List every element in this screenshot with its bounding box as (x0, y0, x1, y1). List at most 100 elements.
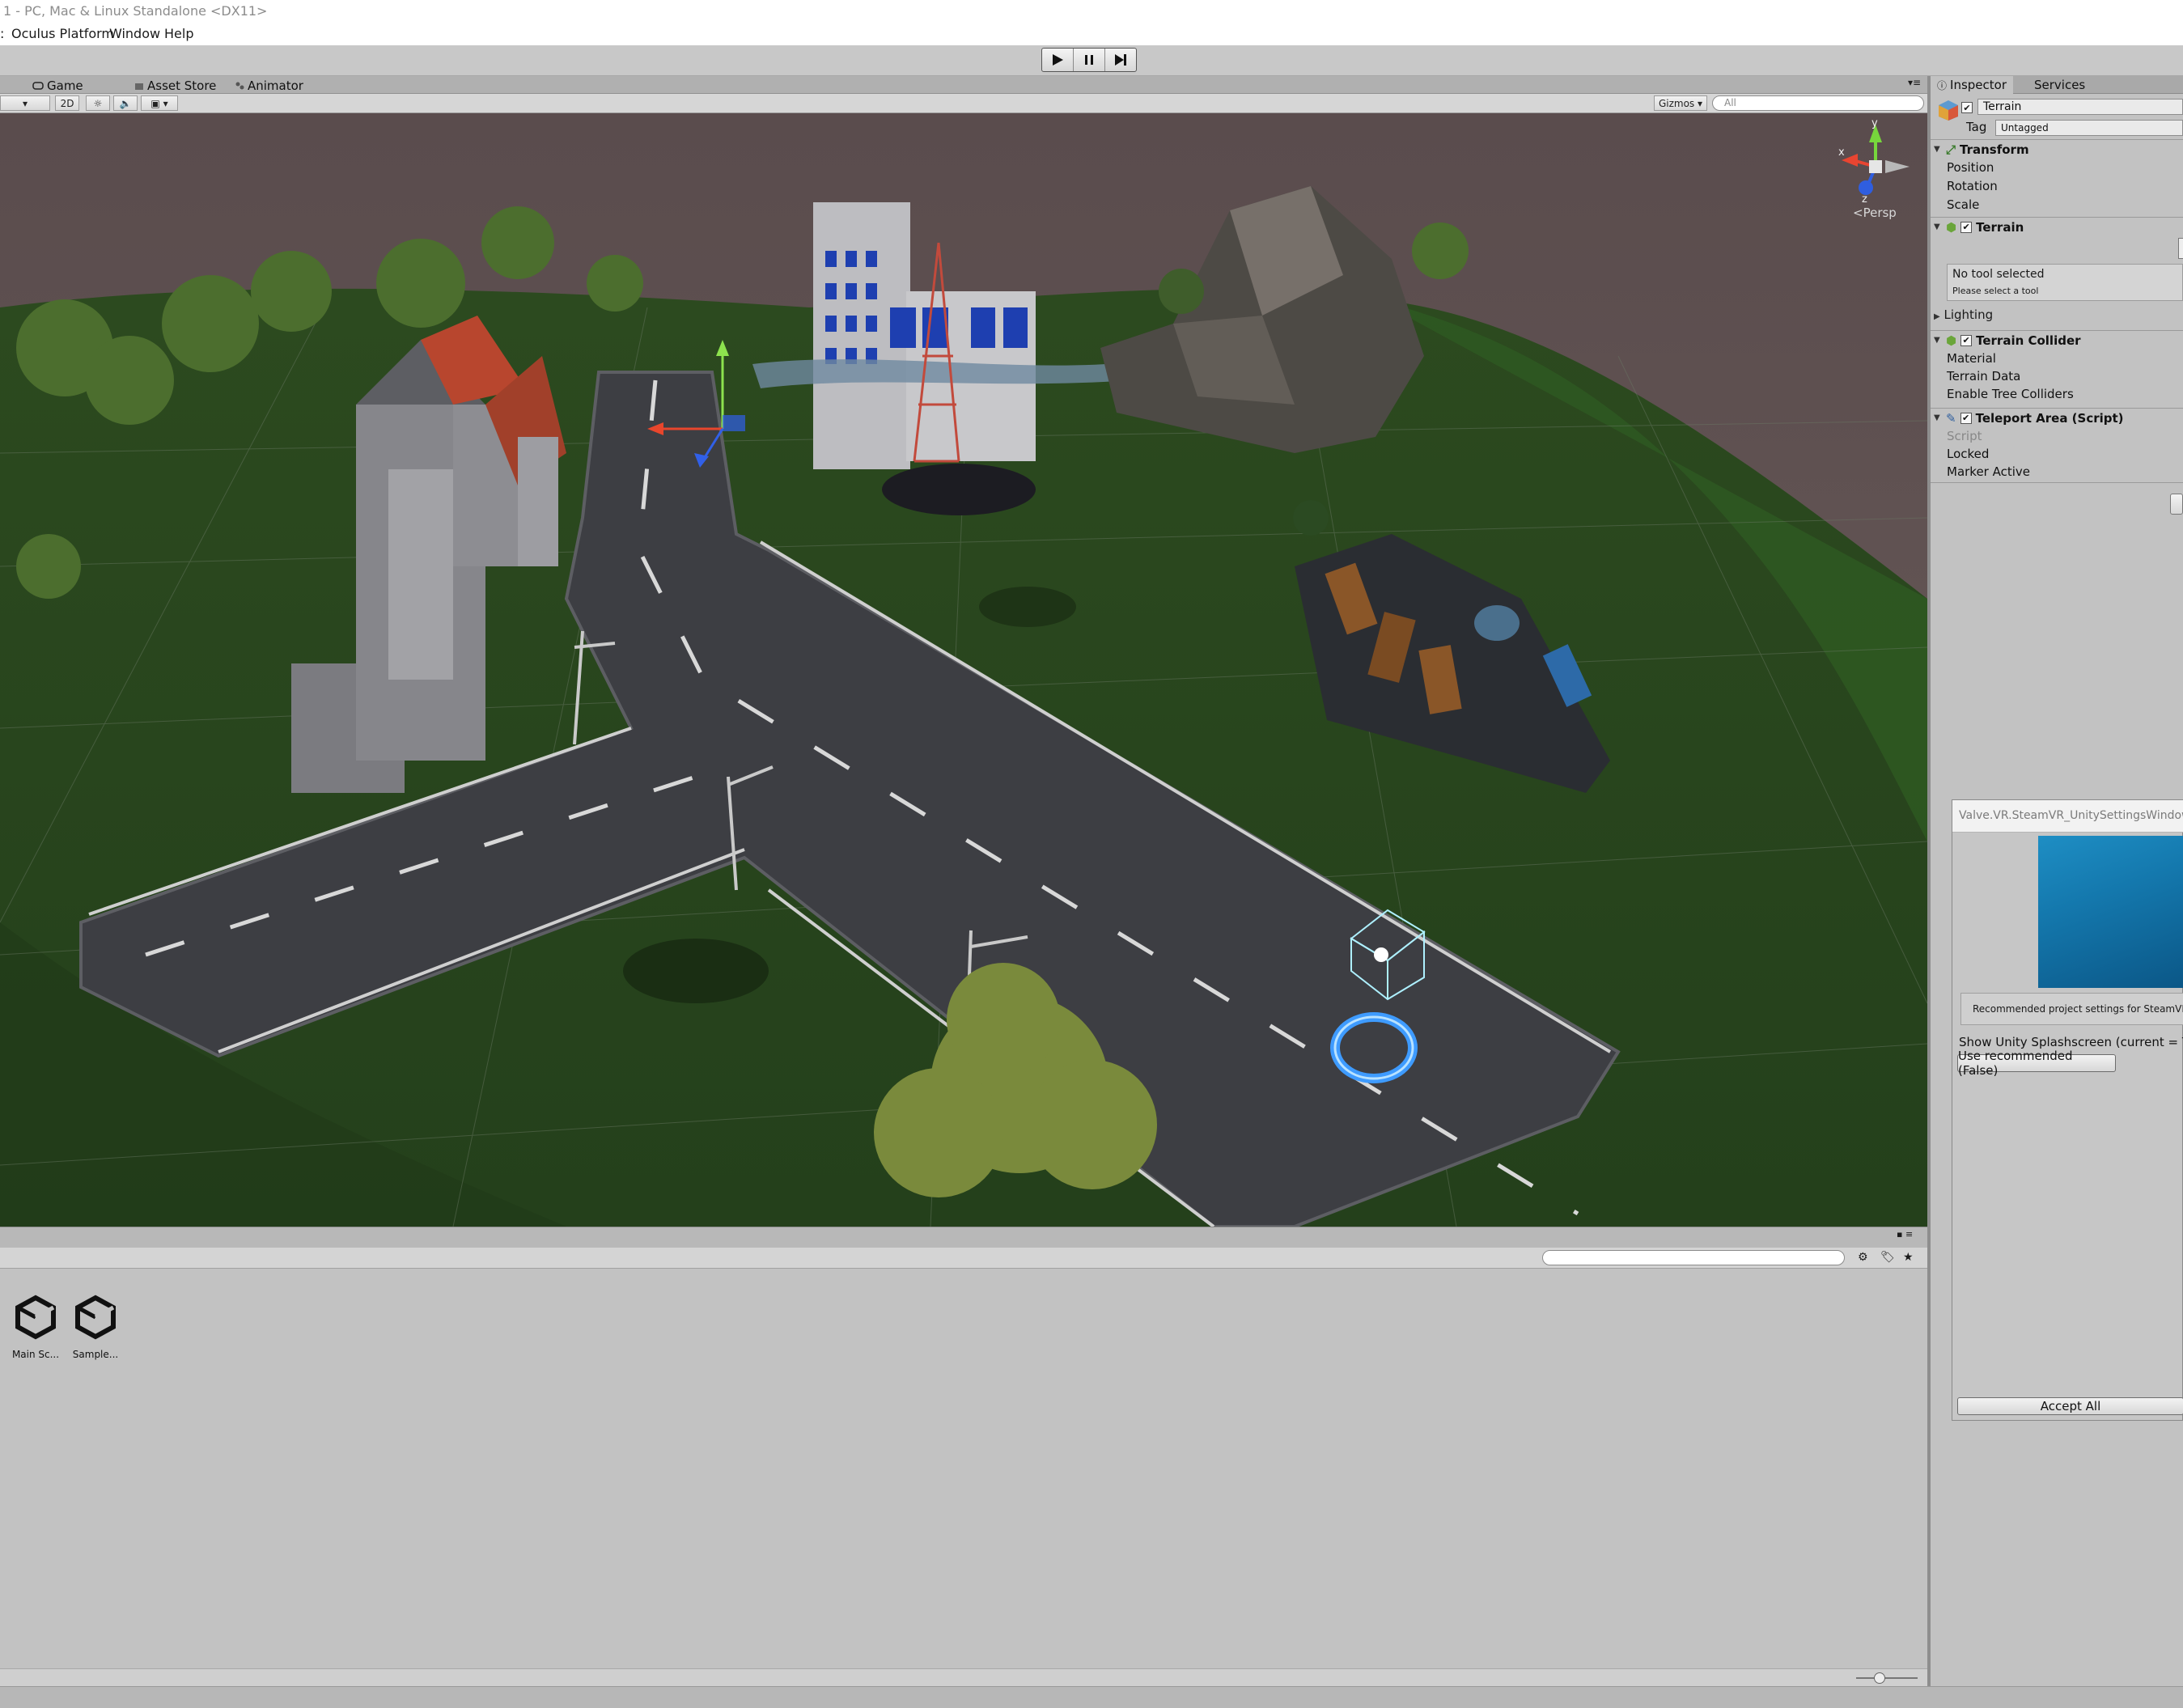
tab-game[interactable]: Game (32, 78, 83, 94)
persp-label: Persp (1863, 206, 1897, 220)
teleport-area-header[interactable]: ▼ ✎ ✔ Teleport Area (Script) (1931, 408, 2183, 427)
project-panel-menu-icon[interactable]: ▪ ≡ (1897, 1229, 1913, 1240)
steamvr-window-title[interactable]: Valve.VR.SteamVR_UnitySettingsWindow (1952, 800, 2183, 833)
step-icon (1115, 54, 1126, 66)
teleport-area-title: Teleport Area (Script) (1975, 410, 2124, 426)
prop-position: Position (1947, 160, 1994, 175)
asset-label: Sample... (72, 1349, 119, 1360)
gizmo-x-label: x (1838, 146, 1845, 159)
menu-item-window[interactable]: Window (109, 26, 160, 41)
shading-mode-dropdown[interactable]: ▾ (0, 95, 50, 111)
collapse-triangle-icon: ▼ (1934, 223, 1940, 231)
asset-main-scene[interactable]: Main Sc... (6, 1293, 65, 1360)
terrain-toolbar-edge[interactable] (2178, 238, 2183, 259)
gizmos-label: Gizmos (1658, 97, 1695, 109)
project-toolbar: ⚙ 🏷 ★ (0, 1248, 1927, 1269)
splashscreen-setting-label: Show Unity Splashscreen (current = True) (1959, 1035, 2183, 1049)
lighting-foldout[interactable]: ▶ Lighting (1934, 307, 1993, 322)
accept-all-button[interactable]: Accept All (1957, 1397, 2183, 1415)
gizmo-z-label: z (1862, 193, 1867, 206)
icon-size-slider[interactable] (1874, 1672, 1885, 1684)
menu-item-oculus-platform[interactable]: Oculus Platform (11, 26, 114, 41)
play-button[interactable] (1042, 49, 1074, 71)
status-bar (0, 1686, 2183, 1708)
store-icon (135, 83, 143, 90)
animator-icon (235, 82, 244, 90)
step-button[interactable] (1105, 49, 1136, 71)
terrain-tool-helpbox: No tool selected Please select a tool (1947, 264, 2183, 301)
tab-game-label: Game (47, 78, 83, 93)
terrain-collider-title: Terrain Collider (1976, 333, 2081, 348)
asset-label: Main Sc... (11, 1349, 60, 1360)
helpbox-subtitle: Please select a tool (1952, 286, 2039, 296)
tab-inspector[interactable]: ⓘ Inspector (1931, 76, 2013, 94)
terrain-title: Terrain (1976, 219, 2024, 235)
gizmo-view-label[interactable]: <Persp (1853, 206, 1897, 220)
collider-enabled-checkbox[interactable]: ✔ (1960, 334, 1973, 346)
project-asset-area: Main Sc... Sample... (0, 1269, 1927, 1668)
object-name-field[interactable]: Terrain (1977, 99, 2183, 115)
gizmos-dropdown[interactable]: Gizmos ▾ (1654, 95, 1707, 111)
terrain-object-icon (1939, 100, 1958, 121)
image-icon: ▣ (150, 97, 160, 109)
lighting-label: Lighting (1944, 307, 1994, 322)
object-active-checkbox[interactable]: ✔ (1961, 102, 1973, 113)
prop-script: Script (1947, 429, 1982, 443)
pause-button[interactable] (1074, 49, 1105, 71)
scene-view[interactable]: y x z <Persp (0, 113, 1927, 1227)
tab-asset-store[interactable]: Asset Store (134, 78, 216, 94)
use-recommended-button[interactable]: Use recommended (False) (1957, 1049, 2116, 1078)
tag-dropdown[interactable]: Untagged (1995, 120, 2183, 136)
expand-triangle-icon: ▶ (1934, 312, 1940, 321)
terrain-collider-header[interactable]: ▼ ⬢ ✔ Terrain Collider (1931, 330, 2183, 350)
scene-toolbar: ▾ 2D ☼ 🔈 ▣ ▾ Gizmos ▾ All (0, 94, 1927, 113)
lighting-toggle[interactable]: ☼ (86, 95, 110, 111)
transform-icon: ⤢ (1946, 142, 1956, 157)
2d-toggle[interactable]: 2D (55, 95, 79, 111)
transform-component-header[interactable]: ▼ ⤢ Transform (1931, 139, 2183, 159)
play-icon (1053, 54, 1063, 66)
asset-sample-scene[interactable]: Sample... (66, 1293, 125, 1360)
prop-rotation: Rotation (1947, 179, 1998, 193)
tag-label: Tag (1966, 120, 1987, 134)
effects-dropdown[interactable]: ▣ ▾ (141, 95, 178, 111)
terrain-enabled-checkbox[interactable]: ✔ (1960, 221, 1973, 233)
window-titlebar: 1 - PC, Mac & Linux Standalone <DX11> (0, 0, 2183, 23)
menu-item-cut-off: : (0, 26, 5, 41)
tab-inspector-label: Inspector (1950, 78, 2007, 92)
terrain-component-header[interactable]: ▼ ⬢ ✔ Terrain (1931, 217, 2183, 236)
collapse-triangle-icon: ▼ (1934, 413, 1940, 422)
tab-menu-icon[interactable]: ▾≡ (1908, 77, 1921, 88)
window-title: 1 - PC, Mac & Linux Standalone <DX11> (3, 3, 268, 19)
main-toolbar (0, 45, 2183, 76)
filter-by-label-icon[interactable]: 🏷 (1880, 1251, 1895, 1264)
scene-render: y x z <Persp (0, 113, 1927, 1227)
project-search-input[interactable] (1542, 1250, 1845, 1265)
scene-tab-bar: Game Asset Store Animator ▾≡ (0, 76, 1927, 94)
audio-toggle[interactable]: 🔈 (113, 95, 138, 111)
steamvr-settings-window: Valve.VR.SteamVR_UnitySettingsWindow Rec… (1952, 799, 2183, 1421)
tab-services[interactable]: Services (2028, 76, 2092, 94)
project-footer (0, 1668, 1927, 1686)
prop-terrain-data: Terrain Data (1947, 369, 2021, 384)
steamvr-banner-image (2038, 836, 2183, 988)
prop-material: Material (1947, 351, 1996, 366)
favorites-star-icon[interactable]: ★ (1903, 1251, 1914, 1264)
info-icon: ⓘ (1937, 79, 1948, 91)
gizmo-y-label: y (1871, 117, 1878, 129)
tab-animator[interactable]: Animator (235, 78, 303, 94)
game-icon (32, 82, 44, 90)
sun-icon: ☼ (93, 97, 103, 109)
filter-by-type-icon[interactable]: ⚙ (1858, 1251, 1868, 1264)
transform-title: Transform (1960, 142, 2029, 157)
search-placeholder: All (1724, 97, 1736, 108)
warning-text: Recommended project settings for SteamVR… (1973, 1003, 2183, 1015)
menu-bar: : Oculus Platform Window Help (0, 23, 2183, 45)
playback-controls (1041, 48, 1137, 72)
add-component-button[interactable] (2170, 494, 2183, 515)
teleport-enabled-checkbox[interactable]: ✔ (1960, 412, 1972, 424)
scene-search-input[interactable]: All (1712, 95, 1924, 111)
project-panel-header: ▪ ≡ (0, 1227, 1927, 1248)
script-icon: ✎ (1946, 410, 1956, 426)
menu-item-help[interactable]: Help (164, 26, 193, 41)
